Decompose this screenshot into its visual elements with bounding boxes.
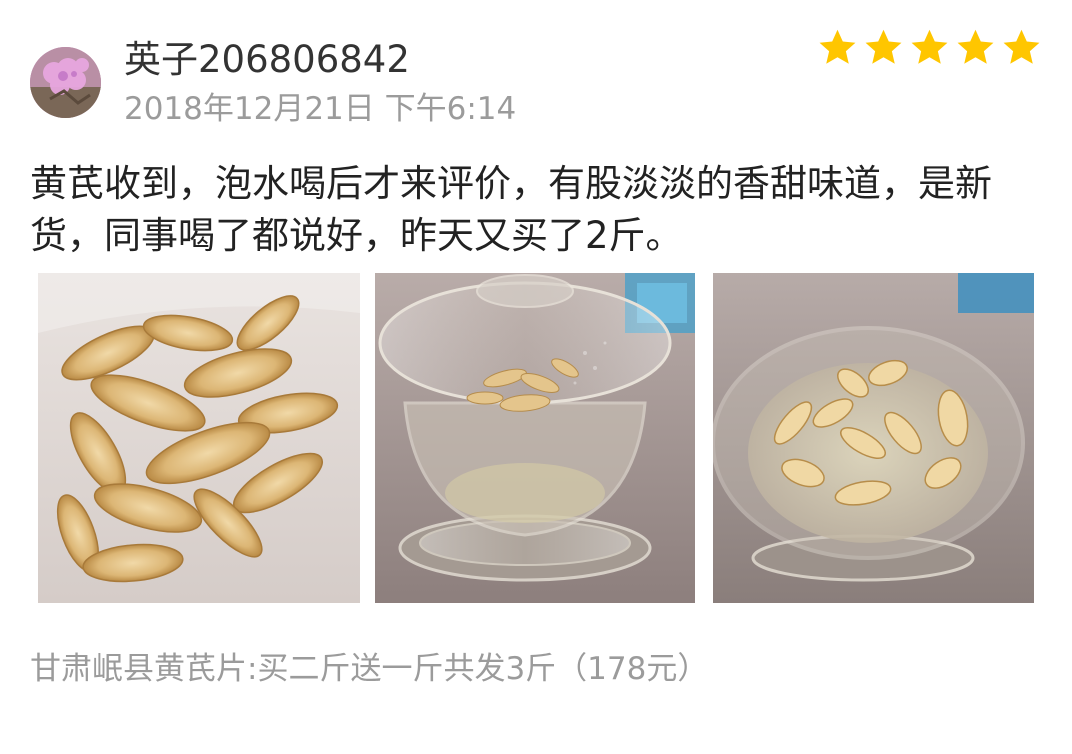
star-icon (911, 29, 948, 64)
star-rating (817, 27, 1042, 68)
review-text: 黄芪收到，泡水喝后才来评价，有股淡淡的香甜味道，是新货，同事喝了都说好，昨天又买… (30, 162, 992, 257)
avatar[interactable] (30, 47, 101, 118)
star-icon (957, 29, 994, 64)
star-icon (1003, 29, 1040, 64)
username[interactable]: 英子206806842 (124, 38, 410, 82)
review-photo-dried-slices[interactable] (38, 273, 360, 603)
review-photos (38, 273, 1034, 603)
product-name[interactable]: 甘肃岷县黄芪片:买二斤送一斤共发3斤（178元） (30, 649, 708, 689)
review-photo-gaiwan[interactable] (375, 273, 695, 603)
star-icon (819, 29, 856, 64)
review-photo-bowl[interactable] (713, 273, 1034, 603)
pink-flower-avatar-icon (30, 47, 101, 118)
review-timestamp: 2018年12月21日 下午6:14 (124, 91, 517, 127)
star-icon (865, 29, 902, 64)
